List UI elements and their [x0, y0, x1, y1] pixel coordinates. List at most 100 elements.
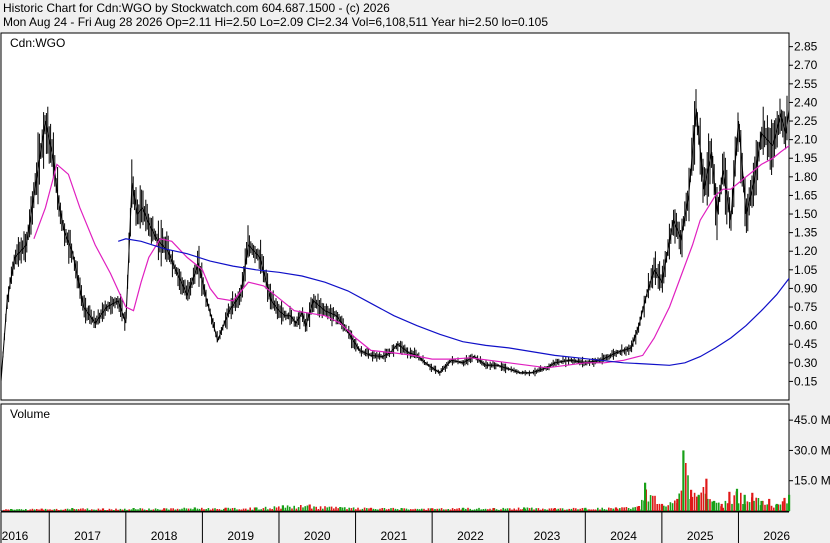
- volume-bar: [66, 508, 69, 511]
- volume-bar: [73, 509, 75, 511]
- volume-bar: [649, 495, 652, 511]
- volume-bar: [366, 508, 368, 511]
- volume-tick-label: 45.0 M: [794, 413, 830, 427]
- volume-bar: [559, 508, 562, 511]
- volume-bar: [357, 507, 359, 511]
- year-label: 2026: [763, 529, 790, 543]
- volume-bar: [326, 507, 328, 511]
- volume-bar: [350, 508, 353, 511]
- volume-bar: [590, 509, 592, 511]
- year-label: 2018: [151, 529, 178, 543]
- volume-bar: [412, 509, 414, 511]
- volume-bar: [93, 509, 95, 511]
- volume-bar: [504, 508, 507, 511]
- volume-bar: [720, 503, 723, 511]
- volume-bar: [469, 508, 471, 511]
- volume-bar: [157, 509, 159, 511]
- volume-bar: [438, 508, 441, 511]
- volume-bar: [284, 507, 287, 511]
- volume-bar: [506, 508, 509, 511]
- volume-bar: [603, 509, 606, 511]
- volume-bar: [456, 508, 458, 511]
- volume-bar: [421, 508, 423, 511]
- volume-bar: [3, 509, 5, 511]
- volume-bar: [363, 507, 366, 511]
- volume-bar: [513, 508, 515, 511]
- volume-bar: [42, 509, 45, 511]
- volume-bar: [718, 502, 720, 511]
- volume-bar: [260, 509, 262, 511]
- volume-bar: [44, 508, 47, 511]
- volume-bar: [110, 509, 113, 511]
- volume-bar: [313, 506, 315, 511]
- volume-bar: [511, 509, 513, 511]
- volume-bar: [251, 509, 254, 511]
- volume-bar: [88, 509, 91, 511]
- volume-bar: [58, 510, 60, 511]
- volume-bar: [121, 509, 124, 511]
- volume-bar: [663, 505, 665, 511]
- volume-bar: [86, 508, 89, 511]
- volume-bar: [702, 487, 705, 511]
- volume-bar: [137, 509, 139, 511]
- price-tick-label: 0.75: [794, 300, 818, 314]
- symbol-label: Cdn:WGO: [10, 36, 65, 50]
- volume-bar: [449, 509, 452, 511]
- price-tick-label: 1.95: [794, 151, 818, 165]
- volume-bar: [783, 497, 786, 511]
- volume-bar: [368, 508, 370, 511]
- volume-bar: [361, 508, 364, 511]
- volume-bar: [55, 508, 58, 511]
- volume-bar: [693, 492, 696, 511]
- volume-bar: [423, 508, 425, 511]
- volume-bar: [262, 508, 265, 511]
- volume-bar: [128, 509, 130, 511]
- price-panel: [0, 32, 790, 401]
- volume-bar: [599, 509, 601, 511]
- volume-bar: [170, 508, 172, 511]
- volume-bar: [680, 490, 683, 511]
- volume-bar: [416, 508, 419, 511]
- volume-bar: [581, 508, 584, 511]
- price-tick-label: 1.05: [794, 263, 818, 277]
- volume-bar: [304, 506, 306, 511]
- volume-bar: [117, 509, 119, 511]
- volume-bar: [355, 509, 357, 511]
- volume-bar: [610, 508, 612, 511]
- volume-bar: [126, 509, 128, 511]
- volume-bar: [205, 509, 207, 511]
- volume-bar: [372, 508, 375, 511]
- price-tick-label: 2.40: [794, 95, 818, 109]
- volume-bar: [33, 509, 36, 511]
- volume-bar: [564, 509, 566, 511]
- volume-bar: [425, 509, 427, 511]
- price-tick-label: 2.55: [794, 77, 818, 91]
- volume-bar: [773, 507, 775, 511]
- volume-bar: [302, 507, 304, 511]
- volume-bar: [216, 509, 218, 511]
- price-tick-label: 0.60: [794, 319, 818, 333]
- volume-bar: [60, 509, 62, 511]
- volume-bar: [293, 505, 295, 511]
- year-label: 2020: [304, 529, 331, 543]
- volume-bar: [143, 509, 146, 511]
- volume-bar: [443, 509, 445, 511]
- volume-bar: [348, 507, 350, 511]
- price-tick-label: 1.50: [794, 207, 818, 221]
- volume-bar: [223, 508, 225, 511]
- price-tick-label: 1.65: [794, 188, 818, 202]
- price-tick-label: 0.45: [794, 337, 818, 351]
- volume-bar: [528, 508, 531, 511]
- volume-bar: [337, 508, 339, 511]
- volume-bar: [218, 509, 221, 511]
- year-label: 2019: [227, 529, 254, 543]
- volume-bar: [753, 500, 755, 511]
- volume-bar: [621, 507, 623, 511]
- volume-bar: [344, 507, 346, 511]
- volume-bar: [656, 504, 658, 511]
- volume-bar: [203, 509, 205, 511]
- volume-bar: [84, 509, 86, 511]
- volume-bar: [385, 509, 388, 511]
- volume-bar: [82, 508, 84, 511]
- volume-bar: [566, 509, 568, 511]
